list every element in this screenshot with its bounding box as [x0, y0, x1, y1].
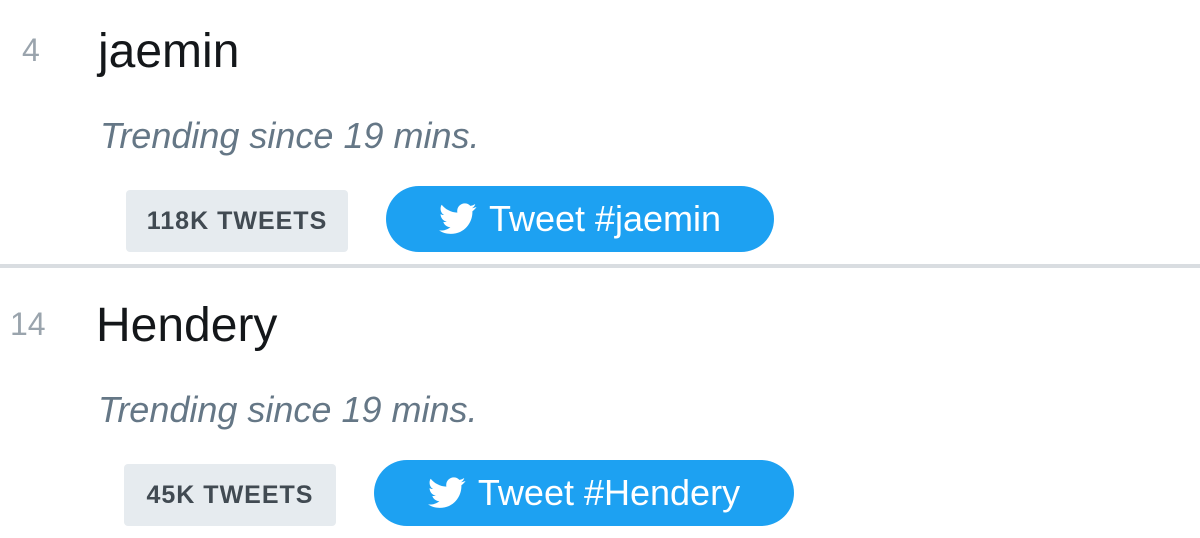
- trend-name[interactable]: jaemin: [98, 28, 239, 76]
- tweet-button-label: Tweet #Hendery: [477, 472, 741, 513]
- trending-since-text: Trending since 19 mins.: [100, 115, 480, 156]
- trend-item[interactable]: 14 Hendery Trending since 19 mins. 45K T…: [0, 268, 1200, 538]
- trend-list: 4 jaemin Trending since 19 mins. 118K TW…: [0, 0, 1200, 538]
- trend-name[interactable]: Hendery: [96, 302, 277, 350]
- trend-item[interactable]: 4 jaemin Trending since 19 mins. 118K TW…: [0, 0, 1200, 264]
- trending-since-text: Trending since 19 mins.: [98, 389, 478, 430]
- tweet-count-label: 45K TWEETS: [146, 480, 314, 509]
- tweet-hashtag-button[interactable]: Tweet #Hendery: [374, 460, 794, 526]
- tweet-count-label: 118K TWEETS: [146, 206, 328, 235]
- tweet-hashtag-button[interactable]: Tweet #jaemin: [386, 186, 774, 252]
- trend-rank: 4: [22, 32, 40, 68]
- tweet-count-badge: 45K TWEETS: [124, 464, 336, 526]
- twitter-bird-icon: [427, 477, 466, 509]
- twitter-bird-icon: [438, 203, 477, 235]
- trend-rank: 14: [10, 306, 46, 342]
- tweet-count-badge: 118K TWEETS: [126, 190, 348, 252]
- tweet-button-label: Tweet #jaemin: [488, 198, 722, 239]
